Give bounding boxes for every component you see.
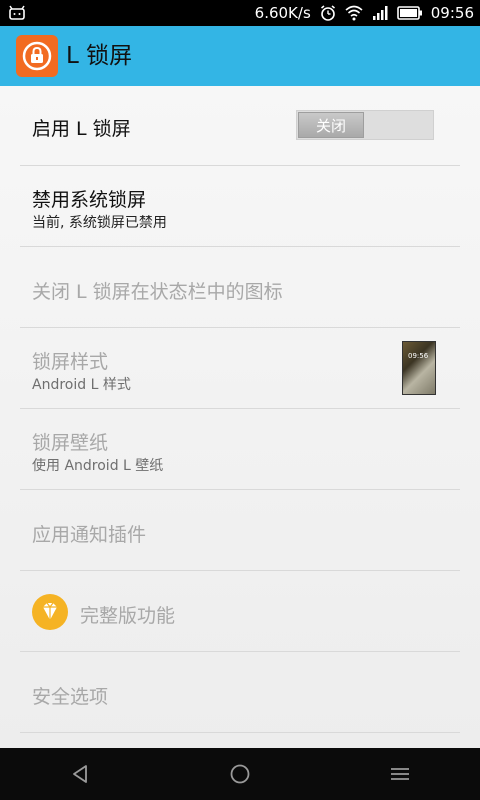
enable-toggle[interactable]: 关闭: [296, 110, 434, 140]
back-icon[interactable]: [68, 761, 94, 787]
setting-title: 禁用系统锁屏: [32, 189, 147, 211]
preview-time: 09:56: [408, 352, 429, 360]
setting-title: 完整版功能: [80, 605, 176, 627]
menu-icon[interactable]: [387, 761, 413, 787]
setting-title: 锁屏壁纸: [32, 432, 109, 454]
settings-list: 启用 L 锁屏 关闭 禁用系统锁屏 当前, 系统锁屏已禁用 关闭 L 锁屏在状态…: [0, 86, 480, 748]
toggle-label: 关闭: [298, 112, 364, 138]
wifi-icon: [345, 5, 363, 21]
setting-full-version[interactable]: 完整版功能: [20, 572, 460, 652]
alarm-icon: [320, 5, 335, 21]
setting-subtitle: 使用 Android L 壁纸: [32, 458, 164, 474]
setting-notification-plugin[interactable]: 应用通知插件: [20, 491, 460, 571]
setting-title: 关闭 L 锁屏在状态栏中的图标: [32, 281, 283, 303]
setting-subtitle: Android L 样式: [32, 377, 131, 393]
status-bar: 6.60K/s 09:56: [0, 0, 480, 26]
setting-subtitle: 当前, 系统锁屏已禁用: [32, 215, 167, 231]
page-title: L 锁屏: [66, 43, 133, 69]
battery-icon: [396, 6, 422, 20]
setting-enable-l-lockscreen[interactable]: 启用 L 锁屏 关闭: [20, 86, 460, 166]
app-logo[interactable]: [16, 35, 58, 77]
setting-title: 启用 L 锁屏: [32, 118, 131, 140]
app-bar: L 锁屏: [0, 26, 480, 86]
setting-lockscreen-style[interactable]: 锁屏样式 Android L 样式 09:56: [20, 329, 460, 409]
diamond-icon: [32, 594, 68, 630]
style-preview-thumbnail: 09:56: [402, 341, 436, 395]
setting-title: 锁屏样式: [32, 351, 109, 373]
clock: 09:56: [430, 4, 474, 22]
navigation-bar: [0, 748, 480, 800]
setting-disable-system-lockscreen[interactable]: 禁用系统锁屏 当前, 系统锁屏已禁用: [20, 167, 460, 247]
home-icon[interactable]: [227, 761, 253, 787]
android-notify-icon: [9, 5, 25, 20]
setting-lockscreen-wallpaper[interactable]: 锁屏壁纸 使用 Android L 壁纸: [20, 410, 460, 490]
setting-security-options[interactable]: 安全选项: [20, 653, 460, 733]
setting-title: 安全选项: [32, 686, 109, 708]
net-speed: 6.60K/s: [254, 4, 311, 22]
signal-icon: [372, 6, 388, 20]
setting-title: 应用通知插件: [32, 524, 147, 546]
lock-icon: [22, 41, 52, 71]
setting-hide-statusbar-icon[interactable]: 关闭 L 锁屏在状态栏中的图标: [20, 248, 460, 328]
